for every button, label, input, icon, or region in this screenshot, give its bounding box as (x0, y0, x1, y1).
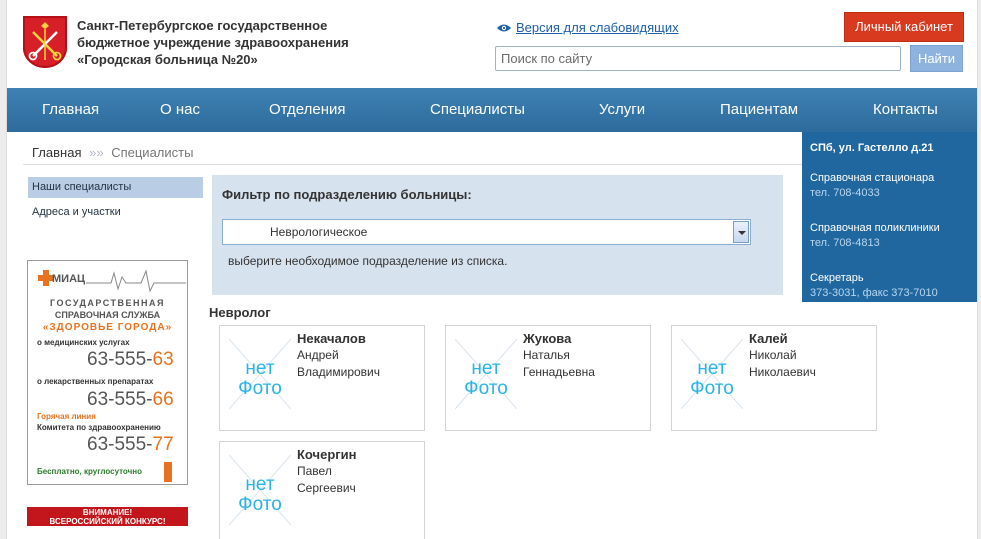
contest-banner-line-1: ВНИМАНИЕ! (82, 508, 133, 517)
breadcrumb-separator: »» (89, 145, 104, 160)
doctor-last-name[interactable]: Кочергин (297, 447, 357, 462)
ad-phone-3-main: 63-555- (87, 434, 153, 455)
secretary-phone[interactable]: 373-3031, факс 373-7010 (810, 286, 971, 301)
chevron-down-icon[interactable] (733, 221, 749, 243)
doctor-first-name: Андрей (297, 348, 339, 362)
department-filter-panel: Фильтр по подразделению больницы: Неврол… (212, 175, 783, 295)
ad-phone-2-accent: 66 (152, 389, 174, 410)
nav-item-about[interactable]: О нас (160, 88, 200, 132)
filter-hint: выберите необходимое подразделение из сп… (228, 254, 508, 268)
nav-item-patients[interactable]: Пациентам (720, 88, 798, 132)
ad-accent-bar (164, 462, 172, 482)
department-select[interactable]: Неврологическое (222, 219, 751, 245)
doctor-last-name[interactable]: Жукова (523, 331, 571, 346)
ad-title-3: «ЗДОРОВЬЕ ГОРОДА» (42, 322, 173, 333)
org-name-line-3: «Городская больница №20» (77, 52, 258, 67)
filter-title: Фильтр по подразделению больницы: (222, 187, 472, 202)
doctor-card[interactable]: нет Фото Некачалов Андрей Владимирович (219, 325, 425, 431)
breadcrumb-divider (23, 164, 802, 165)
breadcrumb: Главная »» Специалисты (32, 145, 193, 160)
heartbeat-icon (86, 269, 186, 293)
hospital-info-label: Справочная стационара (810, 172, 935, 184)
doctor-middle-name: Николаевич (749, 365, 816, 379)
breadcrumb-current: Специалисты (111, 145, 194, 160)
ad-label-drugs: о лекарственных препаратах (37, 377, 154, 386)
no-photo-placeholder: нет Фото (455, 333, 517, 411)
ad-phone-1: 63-555-63 (87, 349, 174, 371)
clinic-info-label: Справочная поликлиники (810, 222, 940, 234)
nav-item-departments[interactable]: Отделения (269, 88, 346, 132)
no-photo-text-2: Фото (238, 378, 282, 399)
low-vision-version-link[interactable]: Версия для слабовидящих (497, 20, 679, 35)
crossed-keys-icon (28, 22, 62, 61)
ad-phone-1-main: 63-555- (87, 349, 153, 370)
doctor-middle-name: Сергеевич (297, 481, 356, 495)
health-city-ad-banner[interactable]: МИАЦ ГОСУДАРСТВЕННАЯ СПРАВОЧНАЯ СЛУЖБА «… (27, 260, 188, 485)
no-photo-text-1: нет (697, 358, 727, 379)
org-name-line-1: Санкт-Петербургское государственное (77, 18, 328, 33)
contest-banner-line-2: ВСЕРОССИЙСКИЙ КОНКУРС! (49, 517, 166, 526)
doctor-middle-name: Геннадьевна (523, 365, 595, 379)
secretary-label: Секретарь (810, 272, 864, 284)
no-photo-text-1: нет (245, 358, 275, 379)
contact-info-box: СПб, ул. Гастелло д.21 Справочная стацио… (802, 132, 977, 302)
doctor-last-name[interactable]: Некачалов (297, 331, 366, 346)
ad-title-1: ГОСУДАРСТВЕННАЯ (50, 298, 165, 308)
nav-item-home[interactable]: Главная (42, 88, 99, 132)
site-search-input[interactable] (495, 46, 901, 71)
hospital-address: СПб, ул. Гастелло д.21 (810, 142, 934, 154)
ad-label-committee: Комитета по здравоохранению (37, 423, 161, 432)
doctor-first-name: Николай (749, 348, 797, 362)
no-photo-text-2: Фото (690, 378, 734, 399)
doctor-first-name: Павел (297, 464, 332, 478)
breadcrumb-home[interactable]: Главная (32, 145, 81, 160)
search-button[interactable]: Найти (910, 45, 963, 72)
sidebar-item-addresses[interactable]: Адреса и участки (28, 202, 203, 223)
doctor-middle-name: Владимирович (297, 365, 381, 379)
no-photo-text-1: нет (245, 474, 275, 495)
doctor-card[interactable]: нет Фото Калей Николай Николаевич (671, 325, 877, 431)
doctor-last-name[interactable]: Калей (749, 331, 788, 346)
eye-icon (497, 24, 511, 31)
org-name-line-2: бюджетное учреждение здравоохранения (77, 35, 349, 50)
page: Санкт-Петербургское государственное бюдж… (6, 0, 978, 539)
department-select-value: Неврологическое (270, 225, 368, 239)
personal-account-button[interactable]: Личный кабинет (844, 12, 964, 42)
no-photo-placeholder: нет Фото (229, 449, 291, 527)
contest-banner[interactable]: ВНИМАНИЕ! ВСЕРОССИЙСКИЙ КОНКУРС! (27, 507, 188, 526)
ad-title-2: СПРАВОЧНАЯ СЛУЖБА (54, 310, 161, 320)
no-photo-text-2: Фото (464, 378, 508, 399)
no-photo-placeholder: нет Фото (229, 333, 291, 411)
doctor-card[interactable]: нет Фото Кочергин Павел Сергеевич (219, 441, 425, 539)
no-photo-text-1: нет (471, 358, 501, 379)
low-vision-link-label: Версия для слабовидящих (516, 20, 679, 35)
ad-free-label: Бесплатно, круглосуточно (37, 467, 142, 476)
ad-phone-1-accent: 63 (152, 349, 174, 370)
sidebar-item-our-specialists[interactable]: Наши специалисты (28, 177, 203, 198)
organization-name: Санкт-Петербургское государственное бюдж… (77, 17, 387, 68)
doctor-card[interactable]: нет Фото Жукова Наталья Геннадьевна (445, 325, 651, 431)
nav-item-services[interactable]: Услуги (599, 88, 645, 132)
ad-phone-3: 63-555-77 (87, 434, 174, 456)
doctor-first-name: Наталья (523, 348, 570, 362)
nav-item-specialists[interactable]: Специалисты (430, 88, 525, 132)
nav-item-contacts[interactable]: Контакты (873, 88, 938, 132)
ad-phone-2-main: 63-555- (87, 389, 153, 410)
ad-hotline-label: Горячая линия (37, 412, 96, 421)
coat-of-arms-logo[interactable] (23, 16, 67, 68)
hospital-info-phone[interactable]: тел. 708-4033 (810, 186, 971, 201)
clinic-info-phone[interactable]: тел. 708-4813 (810, 236, 971, 251)
ad-logo-text: МИАЦ (52, 273, 86, 285)
specialty-heading: Невролог (209, 305, 271, 320)
ad-label-medical: о медицинских услугах (37, 338, 130, 347)
no-photo-placeholder: нет Фото (681, 333, 743, 411)
ad-phone-2: 63-555-66 (87, 389, 174, 411)
ad-phone-3-accent: 77 (152, 434, 174, 455)
main-navigation: Главная О нас Отделения Специалисты Услу… (7, 88, 977, 132)
no-photo-text-2: Фото (238, 494, 282, 515)
